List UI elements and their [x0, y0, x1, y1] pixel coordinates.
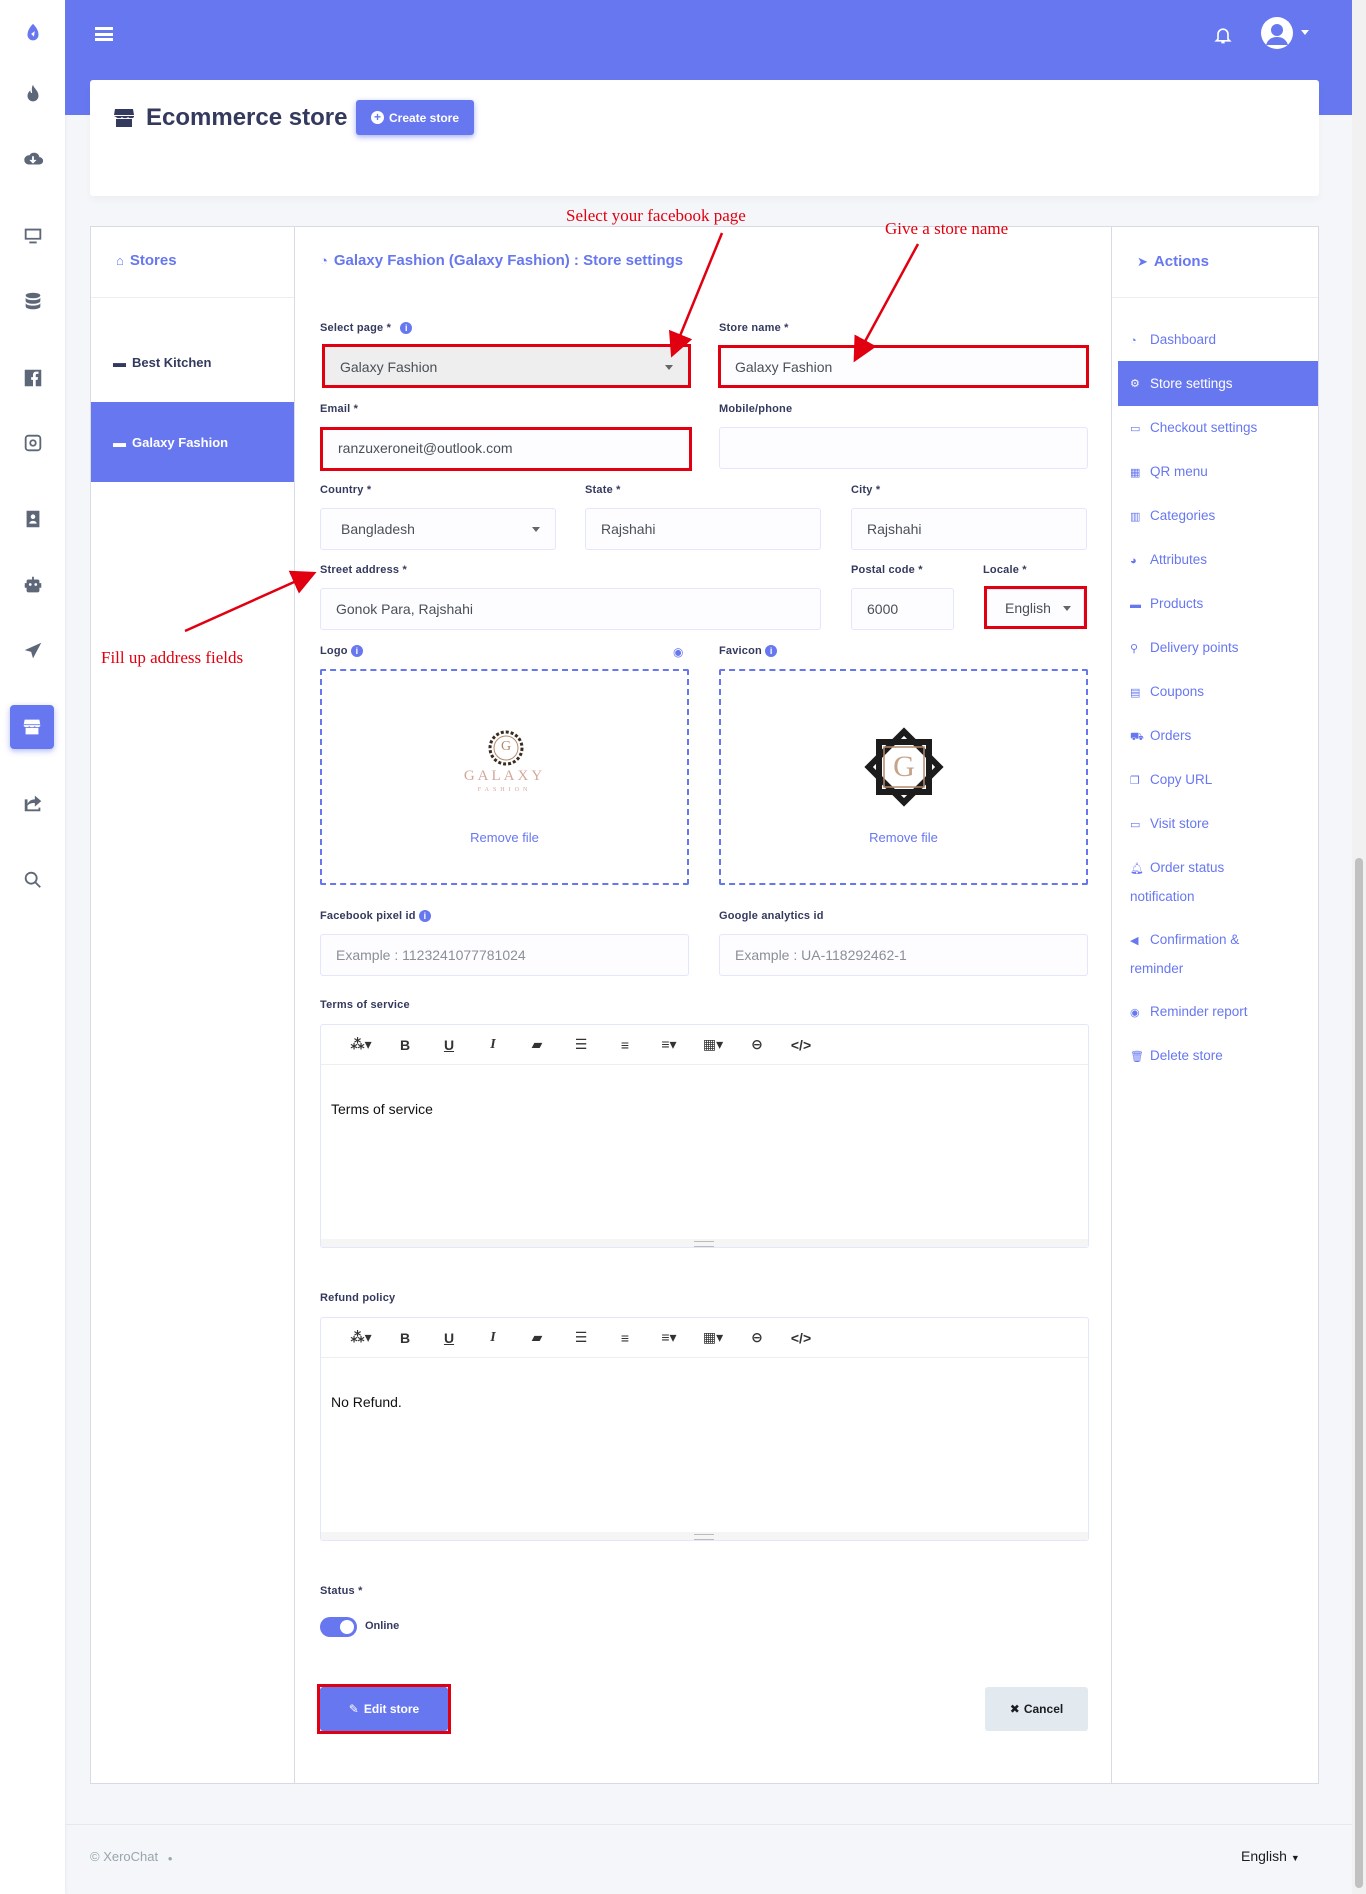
arrow-address — [184, 570, 317, 633]
arrow-store-name — [853, 243, 920, 363]
footer-divider — [65, 1824, 1352, 1825]
annotation-arrows — [184, 232, 920, 633]
footer-copyright: © XeroChat ● — [90, 1849, 173, 1864]
arrow-select-page — [668, 232, 724, 358]
chevron-down-icon: ▼ — [1290, 1853, 1300, 1863]
footer-language-label: English — [1241, 1848, 1287, 1864]
footer-language-dropdown[interactable]: English ▼ — [1241, 1848, 1300, 1864]
